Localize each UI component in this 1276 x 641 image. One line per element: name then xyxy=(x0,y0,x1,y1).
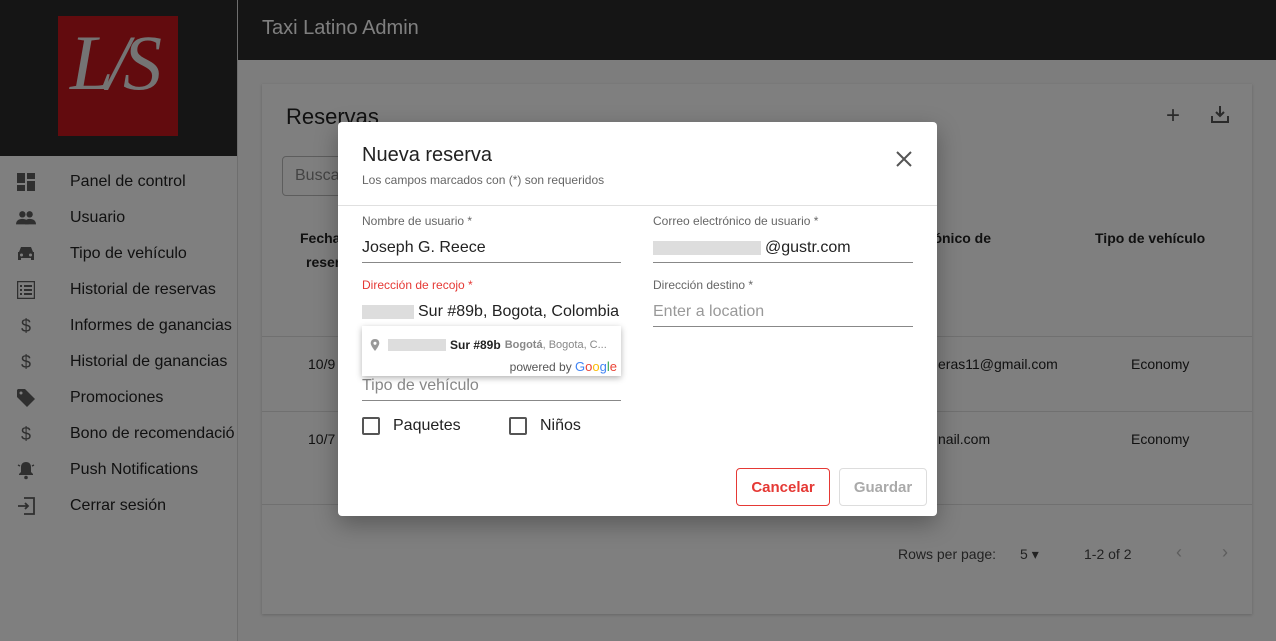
places-autocomplete: Sur #89b Bogotá , Bogota, C... powered b… xyxy=(362,326,621,376)
field-underline xyxy=(653,326,913,327)
location-pin-icon xyxy=(370,339,380,351)
dialog-divider xyxy=(338,205,937,206)
destination-field[interactable]: Dirección destino * Enter a location xyxy=(653,278,913,327)
powered-by-label: powered by xyxy=(509,360,572,374)
checkbox-box xyxy=(509,417,527,435)
pickup-value: Sur #89b, Bogota, Colombia xyxy=(418,303,620,320)
powered-by-google: powered by Google xyxy=(510,359,617,374)
pickup-address-field[interactable]: Dirección de recojo * Sur #89b, Bogota, … xyxy=(362,278,621,328)
close-icon[interactable] xyxy=(895,150,913,168)
email-field[interactable]: Correo electrónico de usuario * @gustr.c… xyxy=(653,214,913,263)
pickup-label: Dirección de recojo * xyxy=(362,278,473,292)
redacted-text xyxy=(388,339,446,351)
destination-label: Dirección destino * xyxy=(653,278,754,292)
new-booking-dialog: Nueva reserva Los campos marcados con (*… xyxy=(338,122,937,516)
email-label: Correo electrónico de usuario * xyxy=(653,214,819,228)
save-button[interactable]: Guardar xyxy=(839,468,927,506)
packages-checkbox[interactable]: Paquetes xyxy=(362,417,461,435)
field-underline xyxy=(362,400,621,401)
username-value: Joseph G. Reece xyxy=(362,239,486,256)
children-label: Niños xyxy=(540,417,581,434)
suggestion-secondary: Bogotá xyxy=(504,339,543,351)
google-logo: Google xyxy=(575,359,617,374)
dialog-title: Nueva reserva xyxy=(362,144,493,166)
email-value-wrap: @gustr.com xyxy=(653,236,913,260)
cancel-button[interactable]: Cancelar xyxy=(736,468,830,506)
pickup-value-wrap: Sur #89b, Bogota, Colombia xyxy=(362,300,621,324)
suggestion-tertiary: , Bogota, C... xyxy=(542,339,607,351)
checkbox-box xyxy=(362,417,380,435)
redacted-text xyxy=(362,305,414,319)
redacted-text xyxy=(653,241,761,255)
field-underline xyxy=(653,262,913,263)
destination-placeholder: Enter a location xyxy=(653,303,765,320)
email-value: @gustr.com xyxy=(765,239,851,256)
vehicle-type-value: Tipo de vehículo xyxy=(362,377,479,394)
packages-label: Paquetes xyxy=(393,417,461,434)
children-checkbox[interactable]: Niños xyxy=(509,417,581,435)
username-label: Nombre de usuario * xyxy=(362,214,473,228)
field-underline xyxy=(362,262,621,263)
autocomplete-suggestion[interactable]: Sur #89b Bogotá , Bogota, C... xyxy=(362,332,621,358)
dialog-subtitle: Los campos marcados con (*) son requerid… xyxy=(362,173,605,187)
username-field[interactable]: Nombre de usuario * Joseph G. Reece xyxy=(362,214,621,263)
suggestion-main: Sur #89b xyxy=(450,338,501,352)
